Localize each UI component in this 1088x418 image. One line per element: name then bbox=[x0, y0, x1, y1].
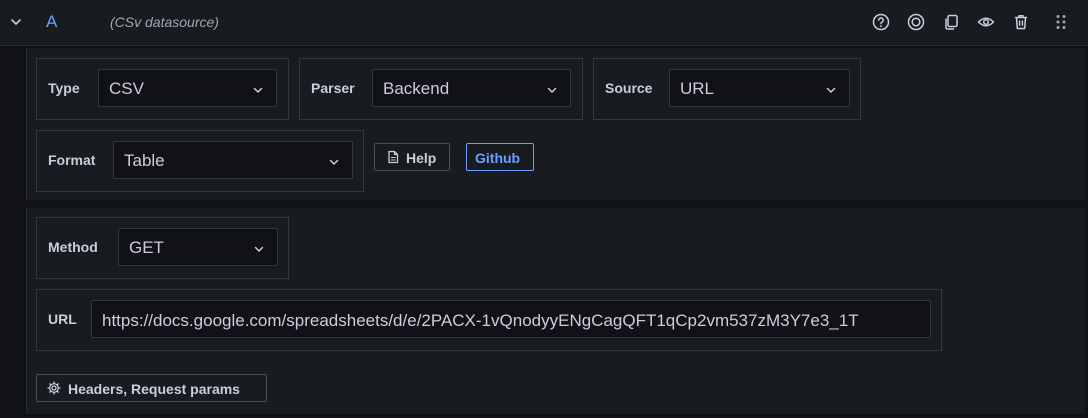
help-button[interactable]: Help bbox=[374, 143, 450, 171]
chevron-down-icon bbox=[253, 242, 265, 254]
url-label: URL bbox=[48, 311, 77, 327]
query-header: A (CSv datasource) bbox=[0, 0, 1088, 46]
request-panel: Method GET URL https://docs.google.com/s… bbox=[26, 208, 1085, 414]
datasource-name: (CSv datasource) bbox=[110, 14, 219, 30]
headers-request-params-label: Headers, Request params bbox=[68, 381, 240, 397]
inspector-icon[interactable] bbox=[907, 13, 925, 31]
gear-icon bbox=[47, 381, 61, 395]
url-field: URL https://docs.google.com/spreadsheets… bbox=[36, 289, 942, 351]
url-input[interactable]: https://docs.google.com/spreadsheets/d/e… bbox=[91, 300, 931, 338]
chevron-down-icon[interactable] bbox=[8, 14, 24, 30]
duplicate-icon[interactable] bbox=[942, 13, 960, 31]
github-button-label: Github bbox=[475, 150, 521, 166]
document-icon bbox=[386, 150, 400, 164]
url-value: https://docs.google.com/spreadsheets/d/e… bbox=[102, 311, 859, 330]
chevron-down-icon bbox=[825, 83, 837, 95]
type-field: Type CSV bbox=[36, 58, 289, 120]
query-letter[interactable]: A bbox=[46, 12, 57, 32]
method-field: Method GET bbox=[36, 217, 289, 279]
source-field: Source URL bbox=[593, 58, 861, 120]
chevron-down-icon bbox=[546, 83, 558, 95]
type-select[interactable]: CSV bbox=[98, 69, 277, 107]
method-value: GET bbox=[129, 238, 164, 257]
trash-icon[interactable] bbox=[1012, 13, 1030, 31]
parser-field: Parser Backend bbox=[299, 58, 583, 120]
github-button[interactable]: Github bbox=[466, 143, 534, 171]
format-field: Format Table bbox=[36, 130, 364, 192]
parser-value: Backend bbox=[383, 79, 450, 98]
source-value: URL bbox=[680, 79, 715, 98]
parser-select[interactable]: Backend bbox=[372, 69, 571, 107]
parser-label: Parser bbox=[311, 80, 355, 96]
format-label: Format bbox=[48, 152, 96, 168]
method-select[interactable]: GET bbox=[118, 228, 278, 266]
help-button-label: Help bbox=[406, 150, 437, 166]
method-label: Method bbox=[48, 239, 98, 255]
type-value: CSV bbox=[109, 79, 144, 98]
chevron-down-icon bbox=[328, 155, 340, 167]
format-value: Table bbox=[124, 151, 165, 170]
eye-icon[interactable] bbox=[977, 13, 995, 31]
format-select[interactable]: Table bbox=[113, 141, 353, 179]
headers-request-params-button[interactable]: Headers, Request params bbox=[36, 374, 267, 402]
drag-handle-icon[interactable] bbox=[1052, 13, 1070, 31]
settings-panel: Type CSV Parser Backend Source URL Forma… bbox=[26, 48, 1085, 200]
help-icon[interactable] bbox=[872, 13, 890, 31]
source-select[interactable]: URL bbox=[669, 69, 850, 107]
type-label: Type bbox=[48, 80, 80, 96]
chevron-down-icon bbox=[252, 83, 264, 95]
source-label: Source bbox=[605, 80, 653, 96]
